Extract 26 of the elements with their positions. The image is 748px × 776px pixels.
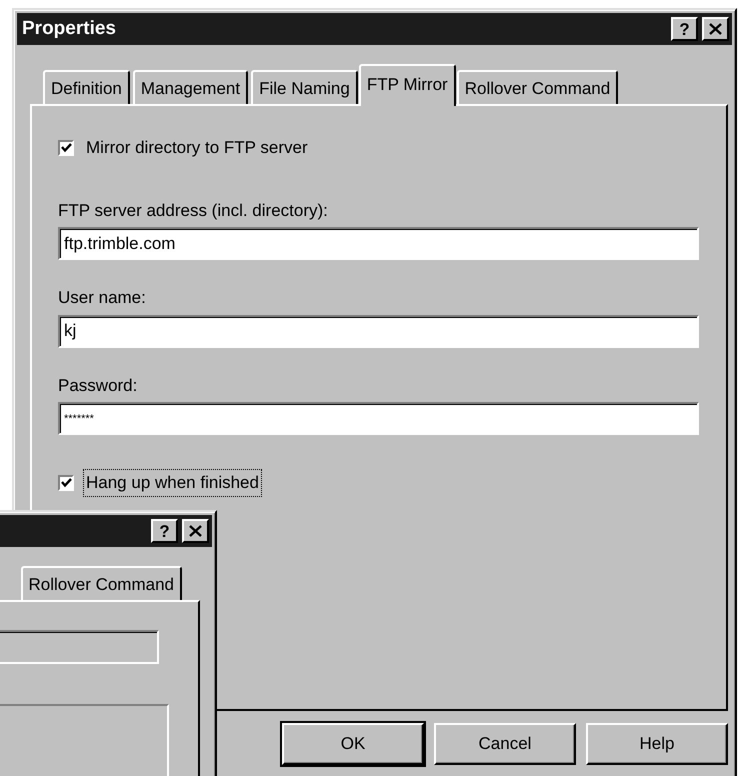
close-icon <box>709 23 722 35</box>
field-label: Password: <box>58 374 138 396</box>
checkbox[interactable] <box>58 140 74 156</box>
dialog-button[interactable]: Help <box>586 723 728 765</box>
dialog-button[interactable]: OK <box>282 723 424 765</box>
tab[interactable]: File Naming <box>251 70 358 104</box>
tab[interactable]: Management <box>132 70 248 104</box>
tab[interactable]: Rollover Command <box>456 70 618 104</box>
checkbox-label[interactable]: Mirror directory to FTP server <box>83 134 311 162</box>
input-field[interactable]: ftp.trimble.com <box>58 227 699 260</box>
close-button[interactable] <box>702 17 729 41</box>
tab[interactable]: Definition <box>43 70 130 104</box>
input-field[interactable]: kj <box>58 314 699 348</box>
help-button[interactable]: ? <box>151 519 178 543</box>
input-field[interactable]: ******* <box>58 402 699 435</box>
help-button[interactable]: ? <box>671 17 698 41</box>
field-label: FTP server address (incl. directory): <box>58 200 329 222</box>
dialog-button[interactable]: Cancel <box>434 723 576 765</box>
tab[interactable]: Rollover Command <box>20 566 182 600</box>
field-label: User name: <box>58 287 147 309</box>
tab[interactable]: FTP Mirror <box>358 64 456 106</box>
close-button[interactable] <box>182 519 209 543</box>
checkbox-label[interactable]: Hang up when finished <box>83 469 262 496</box>
close-icon <box>189 525 202 537</box>
window-title: Properties <box>22 16 116 41</box>
checkbox[interactable] <box>58 474 74 491</box>
